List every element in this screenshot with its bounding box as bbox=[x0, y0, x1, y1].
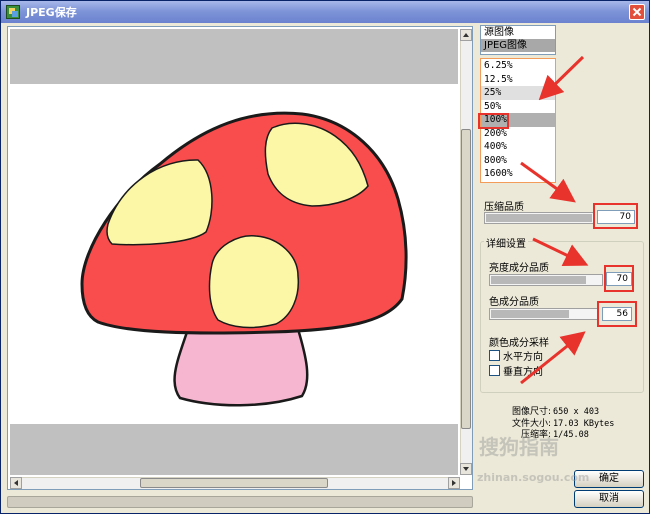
jpeg-save-dialog: JPEG保存 源图像 JPEG图像 6.25% 12.5% 25% 50% 10… bbox=[0, 0, 650, 514]
annotation-arrow-4 bbox=[520, 331, 586, 385]
watermark-url: zhinan.sogou.com bbox=[477, 471, 590, 484]
annotation-arrow-2 bbox=[520, 161, 576, 203]
annotation-arrow-3 bbox=[532, 237, 589, 267]
watermark-title: 搜狗指南 bbox=[479, 435, 559, 459]
annotation-arrow-1 bbox=[538, 55, 585, 101]
